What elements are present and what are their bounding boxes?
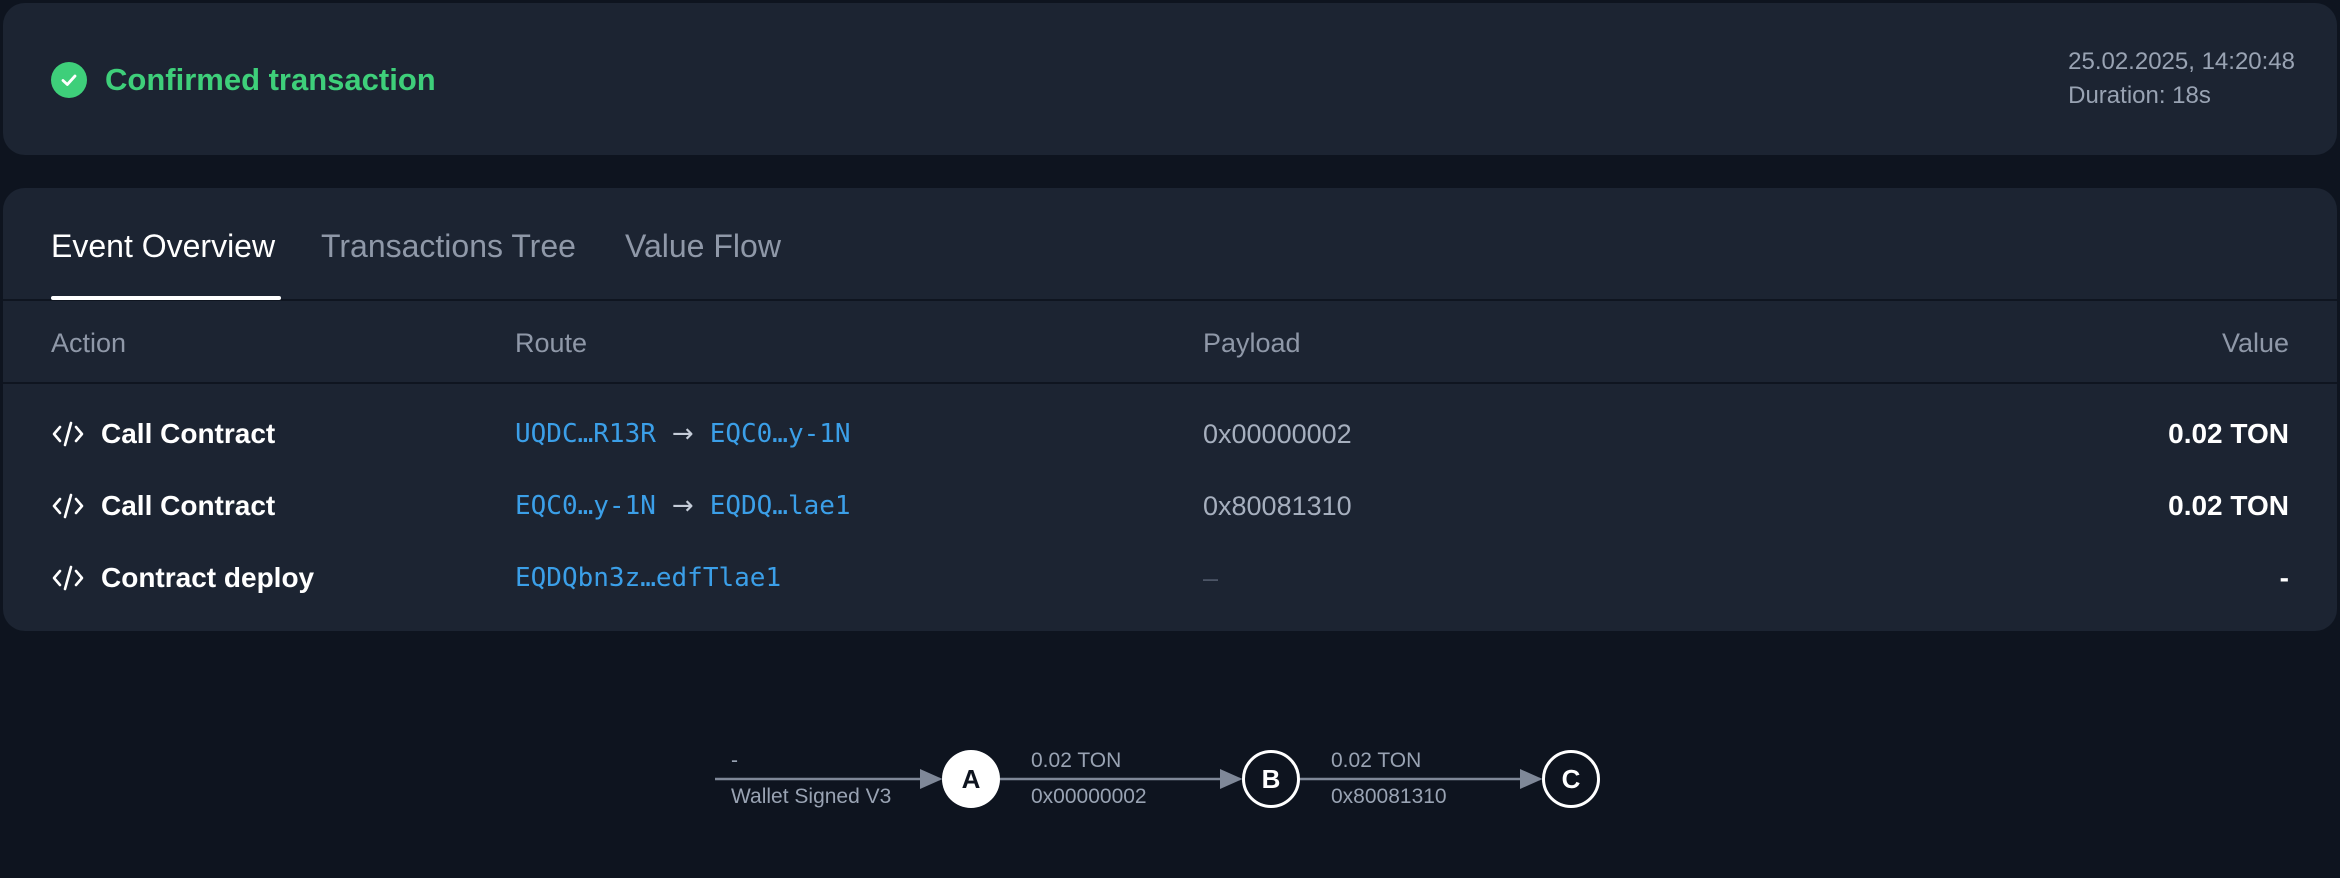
edge-label-top: 0.02 TON (1031, 749, 1122, 772)
edge-label-bottom: 0x00000002 (1031, 785, 1147, 808)
value-cell: 0.02 TON (2168, 490, 2289, 521)
code-icon (51, 563, 85, 593)
column-header-route: Route (515, 328, 588, 358)
value-cell: 0.02 TON (2168, 418, 2289, 449)
table-row: Contract deploy EQDQbn3z…edfTlae1 – - (3, 542, 2337, 614)
transaction-status-card: Confirmed transaction 25.02.2025, 14:20:… (3, 3, 2337, 155)
code-icon (51, 491, 85, 521)
value-cell: - (2279, 562, 2289, 593)
flow-edges (715, 769, 1543, 789)
route-cell: EQDQbn3z…edfTlae1 (515, 560, 781, 596)
action-cell: Call Contract (51, 488, 275, 524)
table-header: Action Route Payload Value (3, 301, 2337, 384)
code-icon (51, 419, 85, 449)
payload-cell: 0x00000002 (1203, 419, 1352, 449)
transaction-duration: Duration: 18s (2068, 82, 2211, 109)
table-row: Call Contract UQDC…R13R → EQC0…y-1N 0x00… (3, 398, 2337, 470)
table-row: Call Contract EQC0…y-1N → EQDQ…lae1 0x80… (3, 470, 2337, 542)
column-header-payload: Payload (1203, 328, 1301, 358)
column-header-value: Value (2221, 328, 2289, 358)
active-tab-indicator (51, 296, 281, 300)
edge-label-bottom: 0x80081310 (1331, 785, 1447, 808)
status-title: Confirmed transaction (105, 62, 436, 97)
status-indicator: Confirmed transaction (51, 62, 436, 98)
arrow-right-icon: → (671, 491, 694, 521)
tab-value-flow[interactable]: Value Flow (625, 226, 781, 266)
route-to-address[interactable]: EQC0…y-1N (710, 416, 851, 452)
action-cell: Contract deploy (51, 560, 314, 596)
flow-node-b[interactable]: B (1242, 750, 1300, 808)
action-label: Call Contract (101, 490, 276, 521)
transaction-meta: 25.02.2025, 14:20:48 Duration: 18s (2068, 45, 2295, 113)
event-details-card: Event Overview Transactions Tree Value F… (3, 188, 2337, 631)
tab-transactions-tree[interactable]: Transactions Tree (321, 226, 576, 266)
flow-node-a[interactable]: A (942, 750, 1000, 808)
payload-cell: – (1203, 563, 1219, 593)
route-from-address[interactable]: UQDC…R13R (515, 416, 656, 452)
route-to-address[interactable]: EQDQ…lae1 (710, 488, 851, 524)
transaction-datetime: 25.02.2025, 14:20:48 (2068, 48, 2295, 75)
edge-label-bottom: Wallet Signed V3 (731, 785, 892, 808)
flow-node-c[interactable]: C (1542, 750, 1600, 808)
transaction-flow-diagram: - Wallet Signed V3 0.02 TON 0x00000002 0… (0, 700, 2340, 860)
action-label: Call Contract (101, 418, 276, 449)
payload-cell: 0x80081310 (1203, 491, 1352, 521)
route-cell: UQDC…R13R → EQC0…y-1N (515, 416, 851, 452)
route-cell: EQC0…y-1N → EQDQ…lae1 (515, 488, 851, 524)
edge-label-top: 0.02 TON (1331, 749, 1422, 772)
edge-label-top: - (731, 749, 738, 772)
tab-bar: Event Overview Transactions Tree Value F… (3, 188, 2337, 301)
arrow-right-icon: → (671, 419, 694, 449)
route-from-address[interactable]: EQC0…y-1N (515, 488, 656, 524)
action-label: Contract deploy (101, 562, 315, 593)
contract-address[interactable]: EQDQbn3z…edfTlae1 (515, 560, 781, 596)
column-header-action: Action (51, 328, 127, 358)
check-circle-icon (51, 62, 87, 98)
tab-event-overview[interactable]: Event Overview (51, 226, 275, 266)
action-cell: Call Contract (51, 416, 275, 452)
